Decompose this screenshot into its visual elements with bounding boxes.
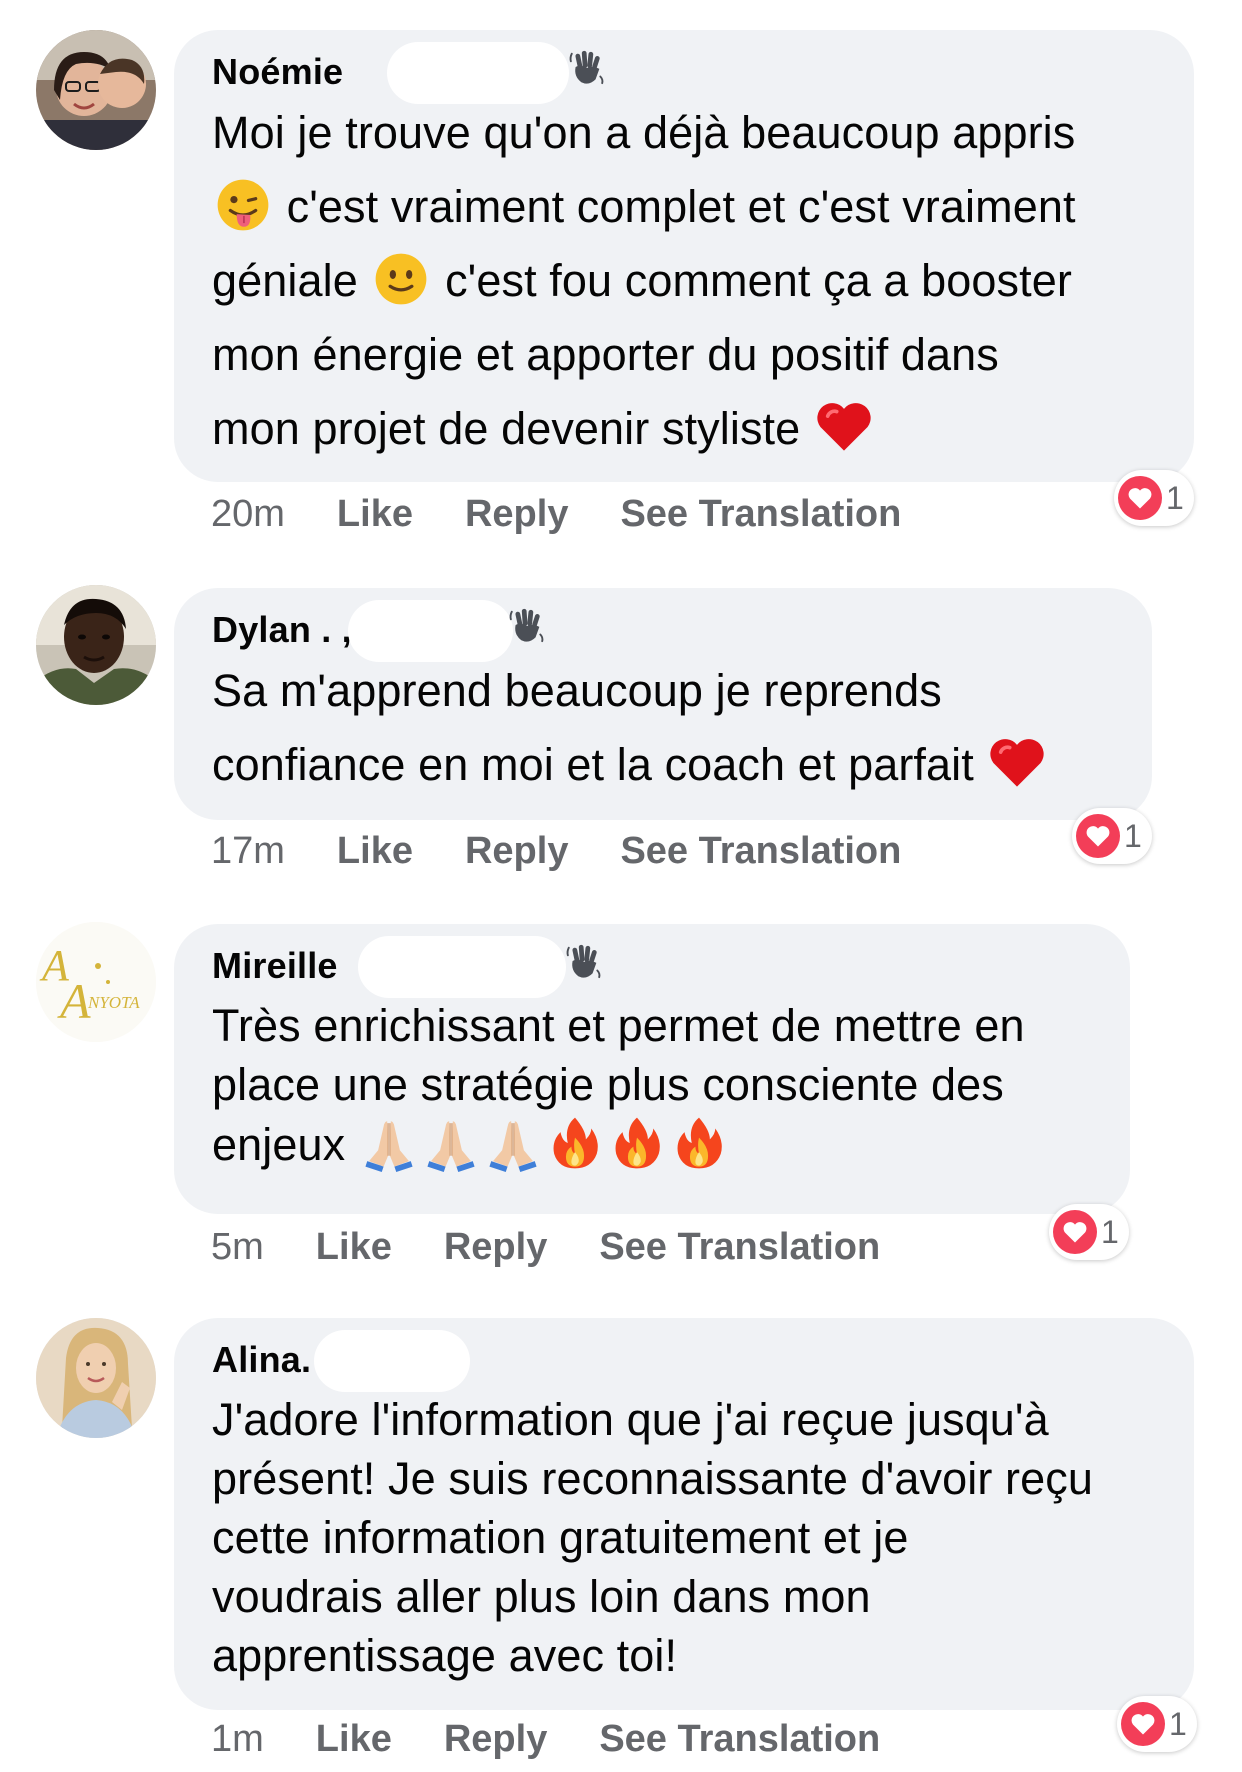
svg-text:A: A [57,973,91,1029]
comment-bubble: Alina. J'adore l'information que j'ai re… [174,1318,1194,1710]
fire-emoji [608,1114,666,1172]
like-button[interactable]: Like [316,1226,392,1269]
author-name[interactable]: Noémie [212,51,343,93]
comment-text: J'adore l'information que j'ai reçue jus… [212,1390,1156,1685]
redaction [348,600,513,662]
comment-text-segment: confiance en moi et la coach et parfait [212,739,974,790]
author-name[interactable]: Dylan . , [212,609,352,651]
comment-bubble: Noémie Moi je trouve qu'on a déjà beauco… [174,30,1194,482]
comment-text-segment: géniale [212,255,358,306]
see-translation-button[interactable]: See Translation [620,830,901,873]
svg-text:NYOTA: NYOTA [87,993,140,1012]
reaction-count: 1 [1124,817,1142,854]
comment-actions: 17m Like Reply See Translation [211,826,953,876]
comment-text-segment: c'est fou comment ça a booster [445,255,1072,306]
avatar[interactable] [36,30,156,150]
avatar[interactable]: A A NYOTA [36,922,156,1042]
comment-text-segment: c'est vraiment complet et c'est vraiment [286,181,1076,232]
waving-hand-icon [568,48,606,86]
comment-header: Alina. [212,1330,1156,1392]
reaction-summary[interactable]: 1 [1117,1696,1197,1752]
comment-text-segment: présent! Je suis reconnaissante d'avoir … [212,1453,1093,1504]
fire-emoji [546,1114,604,1172]
reaction-summary[interactable]: 1 [1072,808,1152,864]
comment-bubble: Mireille Très enrichissant et permet de … [174,924,1130,1214]
author-name[interactable]: Mireille [212,945,338,987]
redaction [387,42,569,104]
reaction-summary[interactable]: 1 [1114,470,1194,526]
comment-text-segment: Très enrichissant et permet de mettre en [212,1000,1025,1051]
comment-text-segment: voudrais aller plus loin dans mon [212,1571,871,1622]
comment-text: Moi je trouve qu'on a déjà beaucoup appr… [212,96,1156,466]
red-heart-emoji [988,734,1046,792]
reaction-count: 1 [1166,479,1184,516]
reply-button[interactable]: Reply [444,1226,547,1269]
reaction-count: 1 [1101,1213,1119,1250]
redaction [314,1330,470,1392]
comment-text-segment: mon projet de devenir styliste [212,403,801,454]
comment-text: Sa m'apprend beaucoup je reprends confia… [212,654,1114,802]
waving-hand-icon [508,606,546,644]
slight-smile-emoji [372,250,430,308]
reply-button[interactable]: Reply [465,493,568,536]
like-button[interactable]: Like [337,830,413,873]
comment-header: Dylan . , [212,600,1114,662]
redaction [358,936,566,998]
avatar[interactable] [36,585,156,705]
folded-hands-emoji [422,1114,480,1172]
comment-text-segment: enjeux [212,1119,346,1170]
comment-timestamp[interactable]: 1m [211,1718,264,1761]
folded-hands-emoji [484,1114,542,1172]
comment-timestamp[interactable]: 17m [211,830,285,873]
comment-bubble: Dylan . , Sa m'apprend beaucoup je repre… [174,588,1152,820]
comment-timestamp[interactable]: 20m [211,493,285,536]
comment-text-segment: place une stratégie plus consciente des [212,1059,1004,1110]
comment-text-segment: mon énergie et apporter du positif dans [212,329,999,380]
heart-reaction-icon [1076,814,1120,858]
red-heart-emoji [815,398,873,456]
avatar[interactable] [36,1318,156,1438]
comment-text-segment: apprentissage avec toi! [212,1630,678,1681]
see-translation-button[interactable]: See Translation [620,493,901,536]
comment-header: Mireille [212,936,1092,998]
comment-text-segment: J'adore l'information que j'ai reçue jus… [212,1394,1049,1445]
see-translation-button[interactable]: See Translation [599,1718,880,1761]
see-translation-button[interactable]: See Translation [599,1226,880,1269]
reply-button[interactable]: Reply [465,830,568,873]
comment-timestamp[interactable]: 5m [211,1226,264,1269]
like-button[interactable]: Like [337,493,413,536]
heart-reaction-icon [1121,1702,1165,1746]
comment-text-segment: cette information gratuitement et je [212,1512,909,1563]
author-name[interactable]: Alina. [212,1339,311,1381]
heart-reaction-icon [1118,476,1162,520]
comment-actions: 20m Like Reply See Translation [211,489,953,539]
like-button[interactable]: Like [316,1718,392,1761]
fire-emoji [670,1114,728,1172]
reply-button[interactable]: Reply [444,1718,547,1761]
reaction-count: 1 [1169,1705,1187,1742]
comment-actions: 5m Like Reply See Translation [211,1222,932,1272]
folded-hands-emoji [360,1114,418,1172]
heart-reaction-icon [1053,1210,1097,1254]
reaction-summary[interactable]: 1 [1049,1204,1129,1260]
comment-text-segment: Moi je trouve qu'on a déjà beaucoup appr… [212,107,1076,158]
comment-header: Noémie [212,42,1156,104]
comment-actions: 1m Like Reply See Translation [211,1714,932,1764]
comment-text-segment: Sa m'apprend beaucoup je reprends [212,665,942,716]
comment-text: Très enrichissant et permet de mettre en… [212,996,1092,1174]
waving-hand-icon [565,942,603,980]
tongue-face-emoji [214,176,272,234]
